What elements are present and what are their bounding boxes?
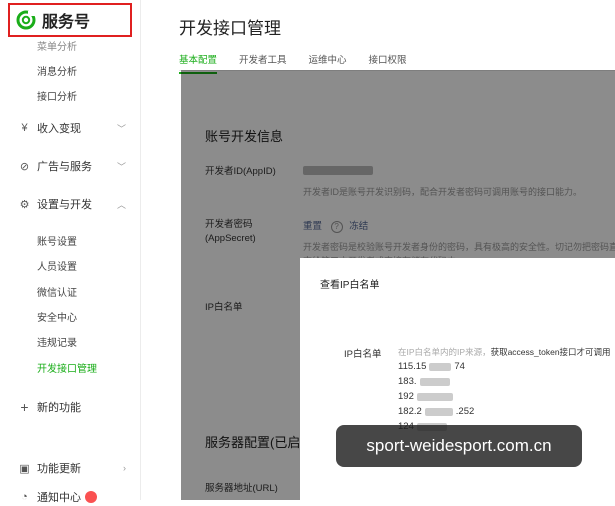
chevron-down-icon: ﹀ [116,161,126,172]
sidebar-item-member-settings[interactable]: 人员设置 [37,258,77,273]
yen-icon: ¥ [21,122,28,134]
brand-header[interactable]: 服务号 [8,3,132,37]
plus-icon: + [20,399,29,415]
ip-entry-4: 182.2 .252 [398,406,475,417]
dialog-ip-whitelist-label: IP白名单 [344,349,382,360]
gear-icon: ⚙ [19,198,30,211]
sidebar-group-updates[interactable]: ▣ 功能更新 › [18,459,126,477]
sidebar-item-account-settings[interactable]: 账号设置 [37,233,77,248]
masked-ip-segment [416,392,453,401]
masked-ip-segment [429,362,452,371]
watermark: sport-weidesport.com.cn [336,425,582,467]
compass-icon: ⊘ [19,160,30,173]
masked-ip-segment [419,377,450,386]
sidebar-item-menu-analysis[interactable]: 菜单分析 [37,38,77,53]
ip-entry-3: 192 [398,391,456,402]
chevron-down-icon: ﹀ [116,123,126,134]
sidebar-item-message-analysis[interactable]: 消息分析 [37,63,77,78]
sidebar-group-new-features[interactable]: + 新的功能 [18,398,126,416]
chevron-up-icon: ︿ [116,199,126,210]
sidebar-item-security-center[interactable]: 安全中心 [37,309,77,324]
chevron-right-icon: › [123,463,126,473]
bell-icon: ◔ [21,491,28,503]
service-account-logo-icon [16,10,36,30]
sidebar-item-violation-records[interactable]: 违规记录 [37,334,77,349]
ip-entry-1: 115.15 74 [398,361,465,372]
sidebar-group-notice[interactable]: ◔ 通知中心 [18,488,126,506]
sidebar-item-api-analysis[interactable]: 接口分析 [37,88,77,103]
sidebar-group-revenue[interactable]: ¥ 收入变现 ﹀ [18,119,126,137]
sidebar: 服务号 菜单分析 消息分析 接口分析 ¥ 收入变现 ﹀ ⊘ 广告与服务 ﹀ ⚙ … [0,0,141,504]
update-icon: ▣ [19,462,30,475]
notification-badge [85,491,97,503]
access-token-text: 获取access_token接口才可调用 [490,347,611,357]
sidebar-group-ads[interactable]: ⊘ 广告与服务 ﹀ [18,157,126,175]
brand-name: 服务号 [42,14,91,31]
dialog-title: 查看IP白名单 [320,280,380,291]
sidebar-item-dev-api-management[interactable]: 开发接口管理 [37,360,97,375]
sidebar-item-wechat-verification[interactable]: 微信认证 [37,284,77,299]
masked-ip-segment [424,407,453,416]
ip-entry-2: 183. [398,376,453,387]
page-title: 开发接口管理 [179,19,281,38]
sidebar-group-settings[interactable]: ⚙ 设置与开发 ︿ [18,195,126,213]
dialog-description: 在IP白名单内的IP来源，获取access_token接口才可调用 [398,347,611,357]
